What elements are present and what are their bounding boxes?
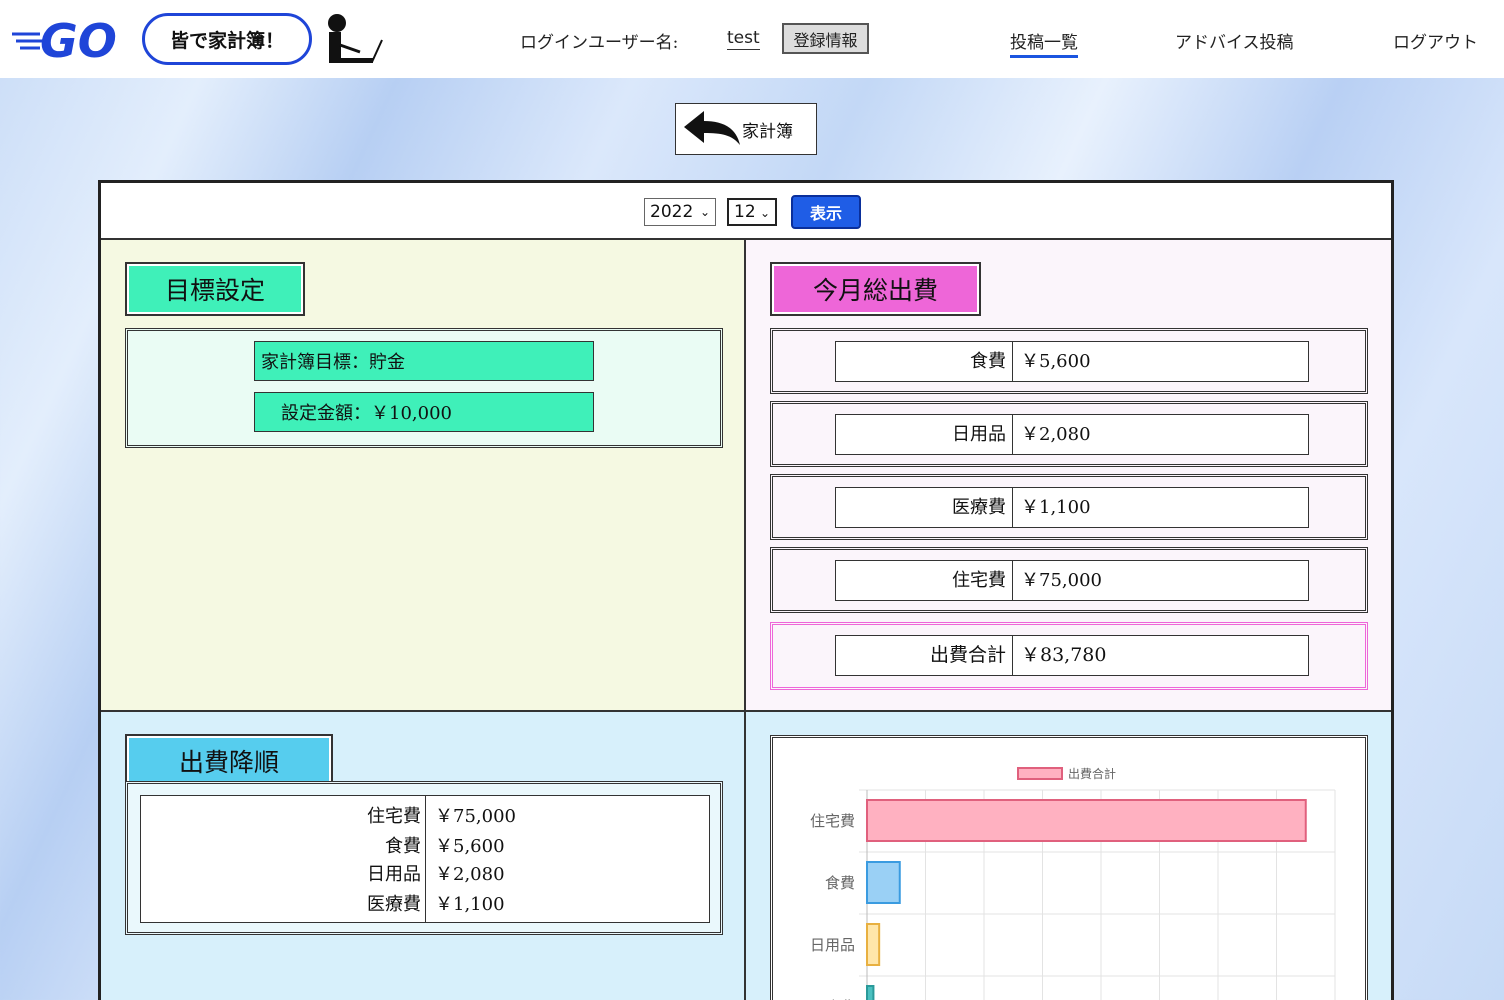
row-value: ￥1,100 <box>435 894 505 915</box>
app-title-pill[interactable]: 皆で家計簿！ <box>142 13 312 65</box>
back-to-kakeibo-button[interactable]: 家計簿 <box>675 103 817 155</box>
goal-section: 目標設定 家計簿目標：貯金 設定金額：￥10,000 <box>101 240 746 712</box>
expense-row-housing: 住宅費 ￥75,000 <box>770 547 1368 613</box>
row-value: ￥75,000 <box>435 806 516 827</box>
row-label: 住宅費 <box>367 806 421 827</box>
expense-cell: 出費合計 ￥83,780 <box>835 635 1309 676</box>
year-select-value: 2022 <box>650 202 694 222</box>
login-user-name[interactable]: test <box>727 28 760 50</box>
row-value: ￥5,600 <box>435 836 505 857</box>
person-laptop-icon <box>328 14 383 63</box>
expense-row-total: 出費合計 ￥83,780 <box>770 622 1368 690</box>
show-button[interactable]: 表示 <box>791 195 861 229</box>
monthly-expense-title: 今月総出費 <box>770 262 981 316</box>
bar <box>866 985 875 1000</box>
expense-label: 日用品 <box>836 415 1013 454</box>
legend-label: 出費合計 <box>1068 766 1116 781</box>
nav-logout[interactable]: ログアウト <box>1393 28 1478 53</box>
expense-cell: 食費 ￥5,600 <box>835 341 1309 382</box>
bar <box>866 799 1307 842</box>
login-user-label: ログインユーザー名: <box>520 33 679 53</box>
table-row: 医療費 ￥1,100 <box>141 888 711 916</box>
logo-text: GO <box>40 14 117 64</box>
bar <box>866 923 881 966</box>
month-select-value: 12 <box>734 202 756 222</box>
expense-value: ￥2,080 <box>1021 424 1091 445</box>
year-select[interactable]: 2022 ⌄ <box>644 198 716 226</box>
descending-box: 住宅費 ￥75,000 食費 ￥5,600 日用品 ￥2,080 医療費 ￥1,… <box>125 781 723 935</box>
monthly-expense-section: 今月総出費 食費 ￥5,600 日用品 ￥2,080 医療費 ￥1,100 住宅… <box>746 240 1391 712</box>
table-row: 食費 ￥5,600 <box>141 830 711 858</box>
goal-target: 家計簿目標：貯金 <box>254 341 594 381</box>
goal-title: 目標設定 <box>125 262 305 316</box>
chart-box: 出費合計住宅費食費日用品医療費 <box>770 735 1368 1000</box>
expense-bar-chart: 出費合計住宅費食費日用品医療費 <box>810 766 1336 1000</box>
nav-post-list[interactable]: 投稿一覧 <box>1010 28 1078 58</box>
y-tick-label: 日用品 <box>810 936 855 954</box>
expense-cell: 日用品 ￥2,080 <box>835 414 1309 455</box>
row-label: 医療費 <box>367 894 421 915</box>
expense-value: ￥75,000 <box>1021 570 1102 591</box>
month-select[interactable]: 12 ⌄ <box>727 198 777 226</box>
chevron-down-icon: ⌄ <box>699 205 710 219</box>
expense-label: 食費 <box>836 342 1013 381</box>
period-selector-row: 2022 ⌄ 12 ⌄ 表示 <box>101 183 1391 240</box>
expense-row-medical: 医療費 ￥1,100 <box>770 474 1368 540</box>
bar <box>866 861 901 904</box>
main-panel: 2022 ⌄ 12 ⌄ 表示 目標設定 家計簿目標：貯金 設定金額：￥10,00… <box>98 180 1394 1000</box>
expense-value: ￥1,100 <box>1021 497 1091 518</box>
descending-section: 出費降順 住宅費 ￥75,000 食費 ￥5,600 日用品 ￥2,080 医療… <box>101 712 746 1000</box>
go-logo-icon[interactable]: GO <box>10 14 136 64</box>
legend-swatch <box>1017 767 1063 780</box>
row-label: 日用品 <box>367 864 421 885</box>
expense-label: 住宅費 <box>836 561 1013 600</box>
expense-label: 医療費 <box>836 488 1013 527</box>
expense-cell: 医療費 ￥1,100 <box>835 487 1309 528</box>
top-header: GO 皆で家計簿！ ログインユーザー名: test 登録情報 投稿一覧 アドバイ… <box>0 0 1504 78</box>
chart-section: 出費合計住宅費食費日用品医療費 <box>746 712 1391 1000</box>
back-arrow-icon <box>684 111 740 145</box>
expense-row-daily: 日用品 ￥2,080 <box>770 401 1368 467</box>
y-tick-label: 食費 <box>825 874 855 892</box>
register-info-button[interactable]: 登録情報 <box>782 23 869 54</box>
expense-total-label: 出費合計 <box>836 636 1013 675</box>
expense-value: ￥5,600 <box>1021 351 1091 372</box>
goal-amount: 設定金額：￥10,000 <box>254 392 594 432</box>
row-value: ￥2,080 <box>435 864 505 885</box>
expense-row-food: 食費 ￥5,600 <box>770 328 1368 394</box>
y-tick-label: 住宅費 <box>810 812 855 830</box>
descending-title: 出費降順 <box>125 734 333 788</box>
expense-total-value: ￥83,780 <box>1021 644 1107 666</box>
nav-advice-post[interactable]: アドバイス投稿 <box>1175 28 1294 53</box>
table-row: 日用品 ￥2,080 <box>141 858 711 886</box>
row-label: 食費 <box>385 836 421 857</box>
back-button-label: 家計簿 <box>742 121 793 142</box>
goal-box: 家計簿目標：貯金 設定金額：￥10,000 <box>125 328 723 448</box>
descending-table: 住宅費 ￥75,000 食費 ￥5,600 日用品 ￥2,080 医療費 ￥1,… <box>140 795 710 923</box>
expense-cell: 住宅費 ￥75,000 <box>835 560 1309 601</box>
chevron-down-icon: ⌄ <box>759 206 770 220</box>
table-row: 住宅費 ￥75,000 <box>141 800 711 828</box>
